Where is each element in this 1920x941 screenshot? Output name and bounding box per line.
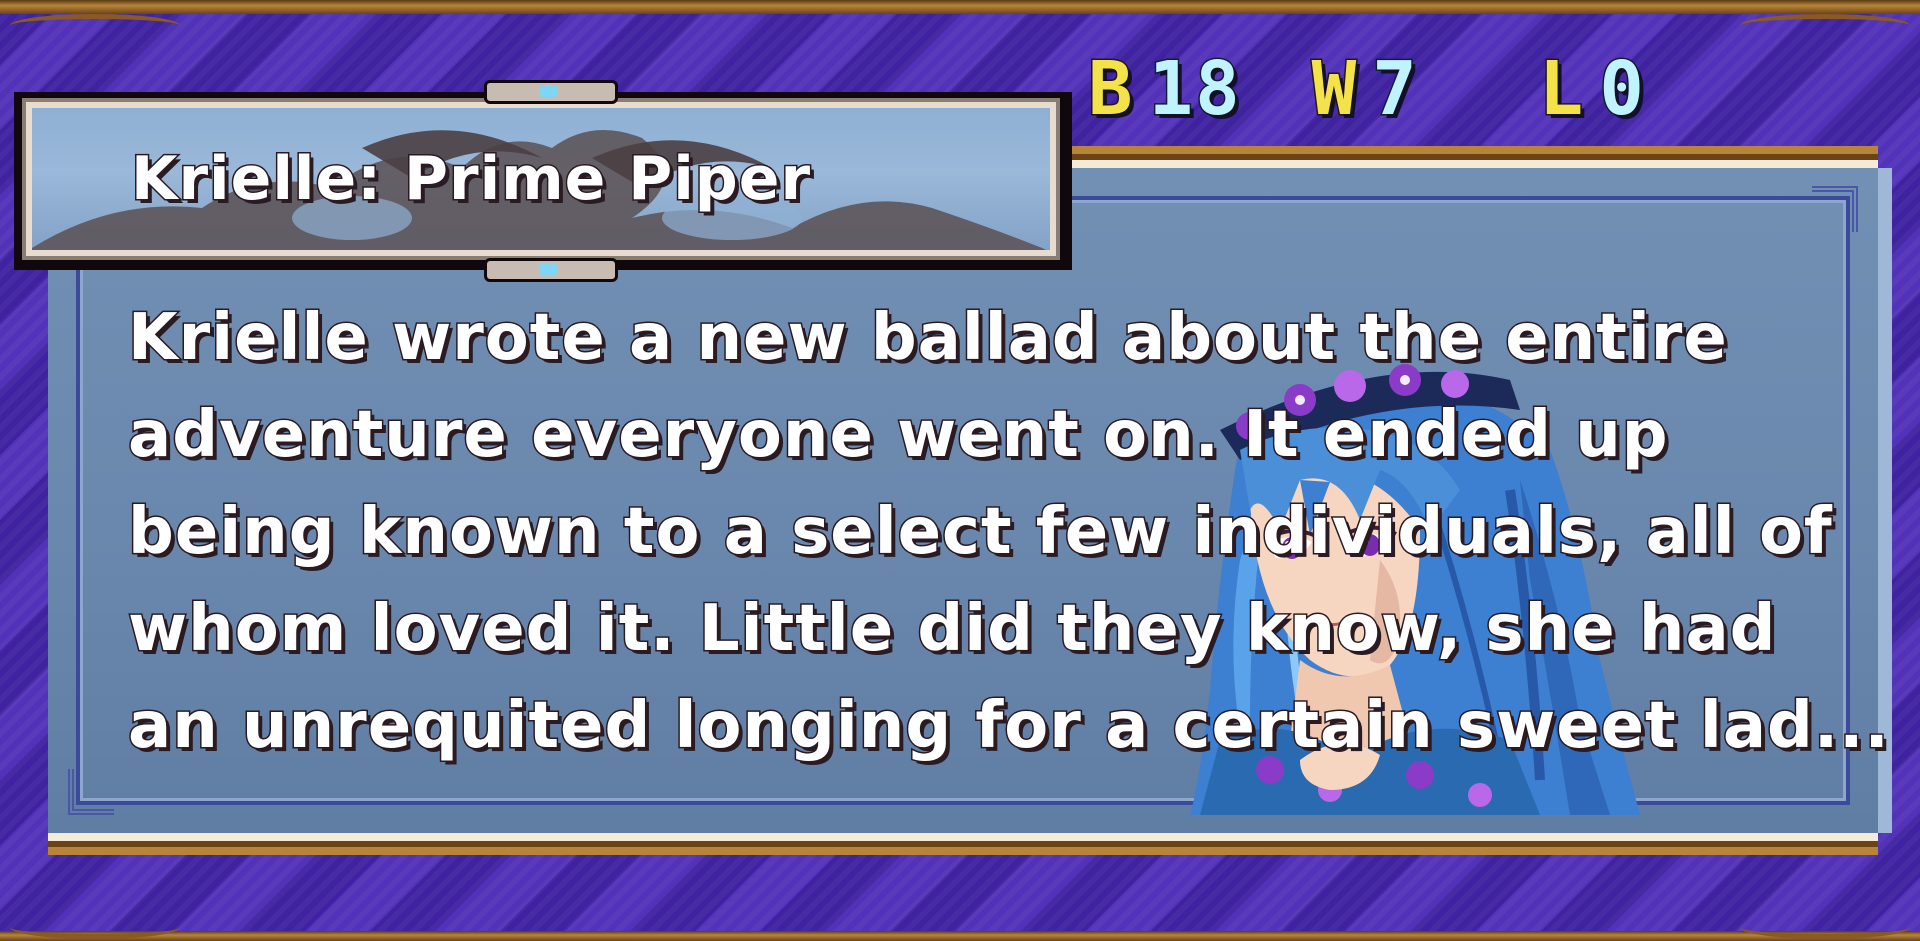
battles-value: 18 bbox=[1147, 46, 1242, 132]
title-plate-background: Krielle: Prime Piper bbox=[22, 98, 1060, 260]
ending-screen: B 18 W 7 L 0 Krielle wrote a new ballad … bbox=[0, 0, 1920, 941]
corner-ornament-icon bbox=[10, 916, 180, 939]
wins-value: 7 bbox=[1371, 46, 1419, 132]
epilogue-line: an unrequited longing for a certain swee… bbox=[127, 688, 1891, 765]
corner-ornament-icon bbox=[1740, 916, 1910, 939]
jewel-ornament-icon bbox=[484, 258, 618, 282]
title-plate: Krielle: Prime Piper bbox=[14, 80, 1072, 282]
epilogue-line: whom loved it. Little did they know, she… bbox=[127, 591, 1777, 668]
jewel-ornament-icon bbox=[484, 80, 618, 104]
battles-stat: B 18 bbox=[1087, 46, 1242, 132]
battle-stats: B 18 W 7 L 0 bbox=[1087, 46, 1646, 132]
epilogue-line: being known to a select few individuals,… bbox=[127, 494, 1834, 571]
epilogue-line: Krielle wrote a new ballad about the ent… bbox=[127, 300, 1729, 377]
losses-label: L bbox=[1537, 46, 1586, 132]
ending-title: Krielle: Prime Piper bbox=[129, 143, 812, 216]
wins-stat: W 7 bbox=[1310, 46, 1419, 132]
panel-corner-ornament-icon bbox=[1812, 186, 1858, 232]
corner-ornament-icon bbox=[10, 14, 180, 37]
battles-label: B bbox=[1087, 46, 1135, 132]
top-gold-trim bbox=[0, 0, 1920, 14]
losses-value: 0 bbox=[1598, 46, 1646, 132]
epilogue-line: adventure everyone went on. It ended up bbox=[127, 397, 1670, 474]
losses-stat: L 0 bbox=[1537, 46, 1646, 132]
corner-ornament-icon bbox=[1740, 14, 1910, 37]
panel-corner-ornament-icon bbox=[68, 769, 114, 815]
bottom-gold-trim bbox=[0, 931, 1920, 941]
wins-label: W bbox=[1310, 46, 1359, 132]
epilogue-text: Krielle wrote a new ballad about the ent… bbox=[127, 290, 1891, 775]
